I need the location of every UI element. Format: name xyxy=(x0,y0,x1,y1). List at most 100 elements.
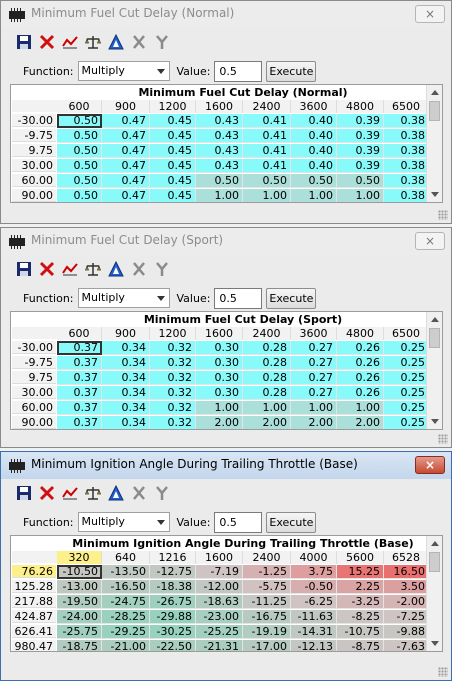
row-header[interactable]: 217.88 xyxy=(12,595,56,608)
table-cell[interactable]: 0.32 xyxy=(150,356,196,370)
table-cell[interactable]: 0.26 xyxy=(337,386,384,400)
table-cell[interactable]: 0.43 xyxy=(196,129,243,143)
x-button[interactable] xyxy=(130,262,147,279)
table-cell[interactable]: -7.63 xyxy=(384,640,429,651)
value-input[interactable]: 0.5 xyxy=(214,287,263,309)
table-cell[interactable]: 15.25 xyxy=(337,565,384,579)
row-header[interactable]: 76.26 xyxy=(12,565,56,578)
table-cell[interactable]: 0.43 xyxy=(196,114,243,128)
vertical-scrollbar[interactable] xyxy=(426,312,442,429)
window-titlebar[interactable]: Minimum Fuel Cut Delay (Sport) × xyxy=(1,228,451,255)
table-cell[interactable]: 0.41 xyxy=(243,144,291,158)
table-cell[interactable]: 0.34 xyxy=(102,341,150,355)
merge-button[interactable] xyxy=(153,486,170,503)
scroll-down-icon[interactable] xyxy=(431,192,439,197)
close-button[interactable]: × xyxy=(415,232,445,250)
table-cell[interactable]: -12.13 xyxy=(291,640,337,651)
table-cell[interactable]: 0.50 xyxy=(196,174,243,188)
table-cell[interactable]: 0.34 xyxy=(102,356,150,370)
table-cell[interactable]: 0.28 xyxy=(243,371,291,385)
table-cell[interactable]: -18.38 xyxy=(150,580,196,594)
table-cell[interactable]: 0.39 xyxy=(337,159,384,173)
scale-button[interactable] xyxy=(84,35,101,52)
table-cell[interactable]: 0.30 xyxy=(196,356,243,370)
table-cell[interactable]: -25.75 xyxy=(57,625,102,639)
table-cell[interactable]: 0.38 xyxy=(384,174,429,188)
table-cell[interactable]: -17.00 xyxy=(243,640,291,651)
scroll-thumb[interactable] xyxy=(429,101,440,121)
table-cell[interactable]: -23.00 xyxy=(196,610,243,624)
scroll-thumb[interactable] xyxy=(429,552,440,572)
column-header[interactable]: 6500 xyxy=(384,100,429,113)
table-cell[interactable]: -26.75 xyxy=(150,595,196,609)
column-header[interactable]: 1600 xyxy=(196,551,243,564)
x-button[interactable] xyxy=(130,486,147,503)
triangle-button[interactable] xyxy=(107,260,124,279)
resize-grip-icon[interactable] xyxy=(438,210,448,220)
table-cell[interactable]: 0.47 xyxy=(102,114,150,128)
table-cell[interactable]: 0.32 xyxy=(150,371,196,385)
table-cell[interactable]: 0.40 xyxy=(291,159,337,173)
table-cell[interactable]: 0.38 xyxy=(384,189,429,202)
table-cell[interactable]: -29.25 xyxy=(102,625,150,639)
table-cell[interactable]: -1.25 xyxy=(243,565,291,579)
save-button[interactable] xyxy=(15,486,32,503)
table-grid[interactable]: Minimum Ignition Angle During Trailing T… xyxy=(10,535,443,652)
table-cell[interactable]: 0.38 xyxy=(384,144,429,158)
table-cell[interactable]: 1.00 xyxy=(243,189,291,202)
column-header[interactable]: 600 xyxy=(57,100,102,113)
column-header[interactable]: 640 xyxy=(102,551,150,564)
table-cell[interactable]: 2.00 xyxy=(291,416,337,429)
table-cell[interactable]: -8.25 xyxy=(337,610,384,624)
table-cell[interactable]: 0.41 xyxy=(243,159,291,173)
column-header[interactable]: 1200 xyxy=(150,327,196,340)
table-cell[interactable]: 2.00 xyxy=(337,416,384,429)
close-button[interactable]: × xyxy=(415,5,445,23)
table-cell[interactable]: 0.26 xyxy=(337,356,384,370)
table-cell[interactable]: -11.25 xyxy=(243,595,291,609)
table-cell[interactable]: 0.45 xyxy=(150,174,196,188)
table-cell[interactable]: 0.43 xyxy=(196,144,243,158)
table-cell[interactable]: 0.40 xyxy=(291,114,337,128)
row-header[interactable]: -9.75 xyxy=(12,356,56,369)
column-header[interactable]: 1600 xyxy=(196,100,243,113)
graph-button[interactable] xyxy=(61,262,78,279)
resize-grip-icon[interactable] xyxy=(438,434,448,444)
table-grid[interactable]: Minimum Fuel Cut Delay (Normal) 600 900 120… xyxy=(10,84,443,203)
column-header[interactable]: 2400 xyxy=(243,551,291,564)
table-cell[interactable]: 0.47 xyxy=(102,174,150,188)
table-cell[interactable]: -2.00 xyxy=(384,595,429,609)
table-cell[interactable]: 0.30 xyxy=(196,341,243,355)
row-header[interactable]: 9.75 xyxy=(12,371,56,384)
merge-button[interactable] xyxy=(153,262,170,279)
table-cell[interactable]: -16.75 xyxy=(243,610,291,624)
table-cell[interactable]: 0.38 xyxy=(384,129,429,143)
table-cell[interactable]: 0.34 xyxy=(102,401,150,415)
table-cell[interactable]: -14.31 xyxy=(291,625,337,639)
table-cell[interactable]: 0.50 xyxy=(57,189,102,202)
table-cell[interactable]: 0.25 xyxy=(384,401,429,415)
execute-button[interactable]: Execute xyxy=(266,511,317,533)
table-cell[interactable]: 0.50 xyxy=(57,144,102,158)
table-cell[interactable]: 0.27 xyxy=(291,341,337,355)
table-cell[interactable]: 0.43 xyxy=(196,159,243,173)
column-header[interactable]: 6500 xyxy=(384,327,429,340)
table-cell[interactable]: -5.75 xyxy=(243,580,291,594)
column-header[interactable]: 3600 xyxy=(291,327,337,340)
row-header[interactable]: 980.47 xyxy=(12,640,56,651)
table-cell[interactable]: 0.45 xyxy=(150,114,196,128)
table-cell[interactable]: 0.32 xyxy=(150,386,196,400)
table-cell[interactable]: 0.47 xyxy=(102,189,150,202)
scroll-up-icon[interactable] xyxy=(431,317,439,322)
close-button[interactable]: × xyxy=(415,456,445,474)
table-cell[interactable]: -13.00 xyxy=(57,580,102,594)
column-header[interactable]: 900 xyxy=(102,100,150,113)
table-cell[interactable]: 1.00 xyxy=(337,189,384,202)
value-input[interactable]: 0.5 xyxy=(214,511,263,533)
table-cell[interactable]: 0.50 xyxy=(57,114,102,128)
table-cell[interactable]: 0.40 xyxy=(291,129,337,143)
table-cell[interactable]: -8.75 xyxy=(337,640,384,651)
table-cell[interactable]: -12.75 xyxy=(150,565,196,579)
scale-button[interactable] xyxy=(84,486,101,503)
table-cell[interactable]: 0.37 xyxy=(57,341,102,355)
